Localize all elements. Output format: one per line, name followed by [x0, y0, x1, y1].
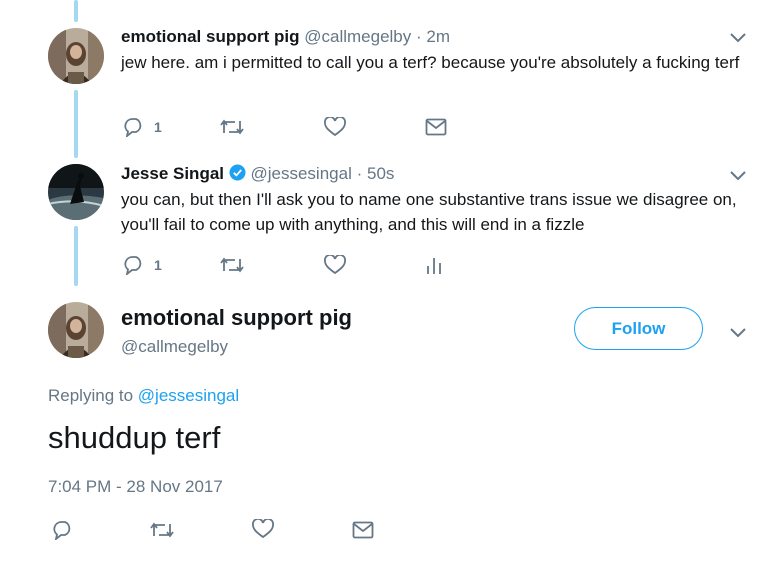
tweet-timestamp[interactable]: 7:04 PM - 28 Nov 2017 [48, 477, 223, 497]
thread-line-middle [74, 90, 78, 158]
reply-button[interactable]: 1 [123, 255, 162, 275]
like-icon [324, 255, 346, 275]
chevron-down-icon[interactable] [729, 31, 747, 49]
reply-button[interactable] [52, 520, 74, 540]
tweet-text: jew here. am i permitted to call you a t… [121, 53, 740, 72]
like-button[interactable] [324, 255, 346, 275]
reply-count: 1 [154, 257, 162, 273]
replying-prefix: Replying to [48, 386, 134, 405]
dm-button[interactable] [425, 118, 447, 136]
reply-icon [123, 117, 145, 137]
dm-button[interactable] [352, 521, 374, 539]
replying-to: Replying to @jessesingal [48, 386, 239, 406]
tweet-text: you can, but then I'll ask you to name o… [121, 190, 737, 234]
tweet-header: Jesse Singal @jessesingal · 50s [121, 164, 394, 186]
author-name[interactable]: emotional support pig [121, 27, 300, 46]
tweet-text: shuddup terf [48, 420, 221, 455]
retweet-button[interactable] [149, 520, 175, 540]
reply-count: 1 [154, 119, 162, 135]
follow-button[interactable]: Follow [574, 307, 703, 350]
retweet-button[interactable] [219, 117, 245, 137]
author-name[interactable]: Jesse Singal [121, 164, 224, 183]
separator-dot: · [356, 164, 363, 183]
reply-icon [123, 255, 145, 275]
avatar-callmegelby[interactable] [48, 302, 104, 358]
like-icon [252, 519, 274, 539]
like-icon [324, 117, 346, 137]
like-button[interactable] [252, 519, 274, 539]
separator-dot: · [416, 27, 422, 46]
reply-icon [52, 520, 74, 540]
replying-to-link[interactable]: @jessesingal [138, 386, 239, 405]
chevron-down-icon[interactable] [729, 169, 747, 187]
retweet-icon [149, 520, 175, 540]
tweet-header: emotional support pig @callmegelby · 2m [121, 27, 450, 47]
author-handle[interactable]: @jessesingal [250, 164, 351, 183]
avatar-jessesingal[interactable] [48, 164, 104, 220]
dm-icon [425, 118, 447, 136]
dm-icon [352, 521, 374, 539]
like-button[interactable] [324, 117, 346, 137]
author-name[interactable]: emotional support pig [121, 305, 352, 331]
retweet-icon [219, 255, 245, 275]
retweet-button[interactable] [219, 255, 245, 275]
reply-button[interactable]: 1 [123, 117, 162, 137]
author-handle[interactable]: @callmegelby [121, 337, 228, 357]
author-handle[interactable]: @callmegelby [304, 27, 411, 46]
analytics-button[interactable] [426, 255, 442, 275]
tweet-time[interactable]: 2m [426, 27, 450, 46]
verified-badge-icon [229, 164, 246, 186]
thread-line-top [74, 0, 78, 22]
chevron-down-icon[interactable] [729, 326, 747, 344]
thread-line-bottom [74, 226, 78, 286]
analytics-icon [426, 255, 442, 275]
tweet-time[interactable]: 50s [367, 164, 394, 183]
avatar-callmegelby[interactable] [48, 28, 104, 84]
retweet-icon [219, 117, 245, 137]
